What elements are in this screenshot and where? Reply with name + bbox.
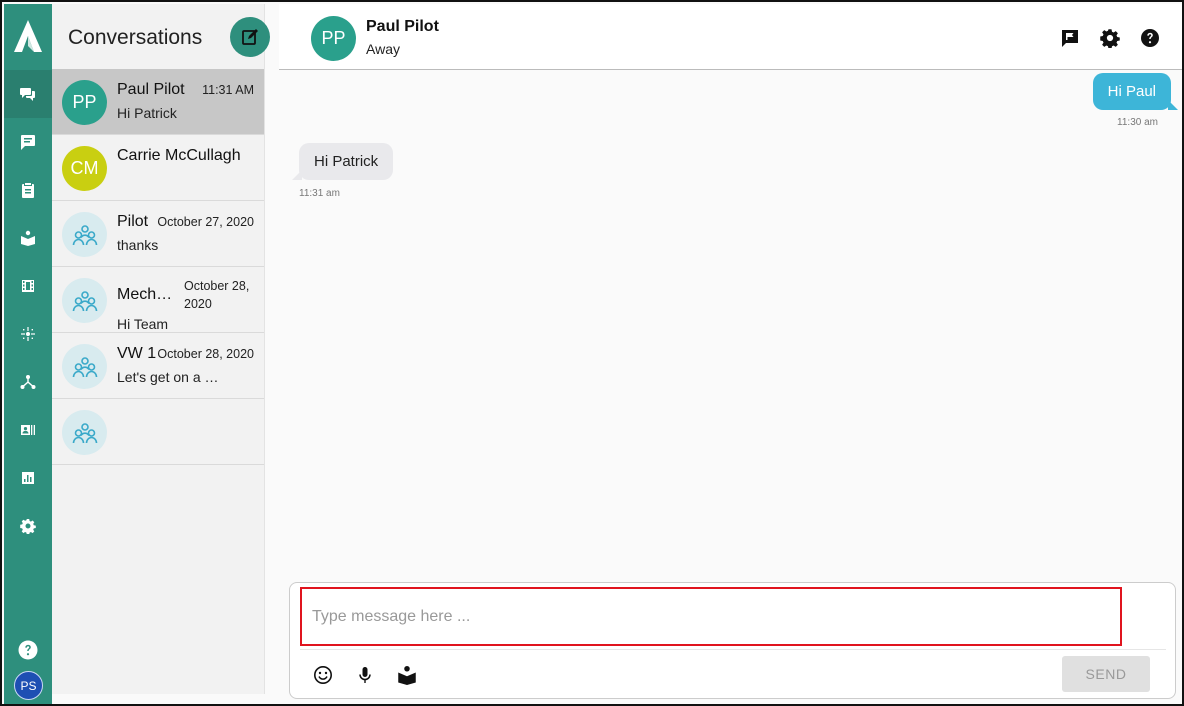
conversation-panel: Conversations PP Paul Pilot 11:31 AM Hi … xyxy=(52,4,270,694)
nav-hub[interactable] xyxy=(4,310,52,358)
conversation-time: October 28, 2020 xyxy=(184,279,250,311)
voice-button[interactable] xyxy=(355,665,375,685)
conversation-name: Paul Pilot xyxy=(117,81,185,98)
nav-messages[interactable] xyxy=(4,118,52,166)
group-icon xyxy=(72,356,97,377)
nav-network[interactable] xyxy=(4,358,52,406)
nav-settings[interactable] xyxy=(4,502,52,550)
incoming-message: Hi Patrick xyxy=(291,143,394,180)
library-attach-button[interactable] xyxy=(397,665,417,685)
group-avatar xyxy=(62,344,107,389)
conversation-time: October 28, 2020 xyxy=(157,347,254,361)
conversation-time: October 27, 2020 xyxy=(157,215,254,229)
conversation-preview: Hi Patrick xyxy=(117,105,177,121)
chat-settings-button[interactable] xyxy=(1100,28,1120,49)
nav-tasks[interactable] xyxy=(4,166,52,214)
conversation-item[interactable]: PP Paul Pilot 11:31 AM Hi Patrick xyxy=(52,69,264,135)
gear-icon xyxy=(20,519,36,534)
group-icon xyxy=(72,290,97,311)
send-button[interactable]: SEND xyxy=(1062,656,1150,692)
emoji-button[interactable] xyxy=(313,665,333,685)
book-icon xyxy=(21,230,35,246)
nav-directory[interactable] xyxy=(4,406,52,454)
flag-message-button[interactable] xyxy=(1060,28,1080,48)
conversation-name: Carrie McCullagh xyxy=(117,147,241,164)
app-window: PS Conversations PP Paul Pilot 11:31 AM … xyxy=(0,0,1184,706)
hub-icon xyxy=(21,327,35,341)
message-timestamp: 11:31 am xyxy=(299,188,340,199)
chat-bubbles-icon xyxy=(20,88,35,101)
conversation-preview: Let's get on a … xyxy=(117,369,219,385)
gear-icon xyxy=(1100,29,1120,49)
book-icon xyxy=(398,666,416,685)
chat-help-button[interactable] xyxy=(1140,28,1160,48)
nav-rail: PS xyxy=(4,4,52,704)
nav-conversations[interactable] xyxy=(4,70,52,118)
conversation-preview: Hi Team xyxy=(117,316,169,332)
conversation-item[interactable]: CM Carrie McCullagh xyxy=(52,135,264,201)
compose-icon xyxy=(242,29,258,45)
message-input[interactable] xyxy=(300,587,1122,646)
conversation-name: Pilot xyxy=(117,213,149,230)
avatar: CM xyxy=(62,146,107,191)
conversation-panel-header: Conversations xyxy=(52,4,278,68)
group-icon xyxy=(72,422,97,443)
group-avatar xyxy=(62,278,107,323)
clipboard-icon xyxy=(22,183,34,198)
conversation-name: Mech… xyxy=(117,286,173,303)
microphone-icon xyxy=(359,667,371,683)
user-avatar[interactable]: PS xyxy=(14,671,43,700)
conversation-item[interactable]: Pilot October 27, 2020 thanks xyxy=(52,201,264,267)
nav-library[interactable] xyxy=(4,214,52,262)
composer-divider xyxy=(300,649,1166,650)
flag-message-icon xyxy=(1062,30,1078,47)
new-conversation-button[interactable] xyxy=(230,17,270,57)
conversation-time: 11:31 AM xyxy=(202,83,254,97)
contact-name: Paul Pilot xyxy=(366,18,439,35)
conversation-name: VW 1 xyxy=(117,345,157,362)
film-icon xyxy=(22,280,34,292)
outgoing-message: Hi Paul xyxy=(1092,73,1179,110)
message-composer: SEND xyxy=(289,582,1176,699)
contact-status: Away xyxy=(366,41,400,57)
conversation-list: PP Paul Pilot 11:31 AM Hi Patrick CM Car… xyxy=(52,69,264,465)
bar-chart-icon xyxy=(22,472,34,484)
message-timestamp: 11:30 am xyxy=(1117,117,1158,128)
conversation-item[interactable]: VW 1 October 28, 2020 Let's get on a … xyxy=(52,333,264,399)
message-icon xyxy=(21,135,35,150)
conversation-item[interactable]: Mech… October 28, 2020 Hi Team xyxy=(52,267,264,333)
conversations-title: Conversations xyxy=(68,26,203,49)
help-icon xyxy=(1141,29,1159,47)
conversation-preview: thanks xyxy=(117,237,159,253)
avatar: PP xyxy=(62,80,107,125)
group-avatar xyxy=(62,212,107,257)
group-avatar xyxy=(62,410,107,455)
nav-reports[interactable] xyxy=(4,454,52,502)
network-icon xyxy=(20,375,36,389)
contact-avatar: PP xyxy=(311,16,356,61)
nav-media[interactable] xyxy=(4,262,52,310)
chat-header: PP Paul Pilot Away xyxy=(279,4,1182,70)
help-icon[interactable] xyxy=(18,640,38,660)
app-logo-icon xyxy=(14,20,42,52)
group-icon xyxy=(72,224,97,245)
message-thread: Hi Paul 11:30 am Hi Patrick 11:31 am xyxy=(279,71,1182,576)
emoji-icon xyxy=(314,666,332,684)
contact-card-icon xyxy=(21,425,35,435)
conversation-item[interactable] xyxy=(52,399,264,465)
